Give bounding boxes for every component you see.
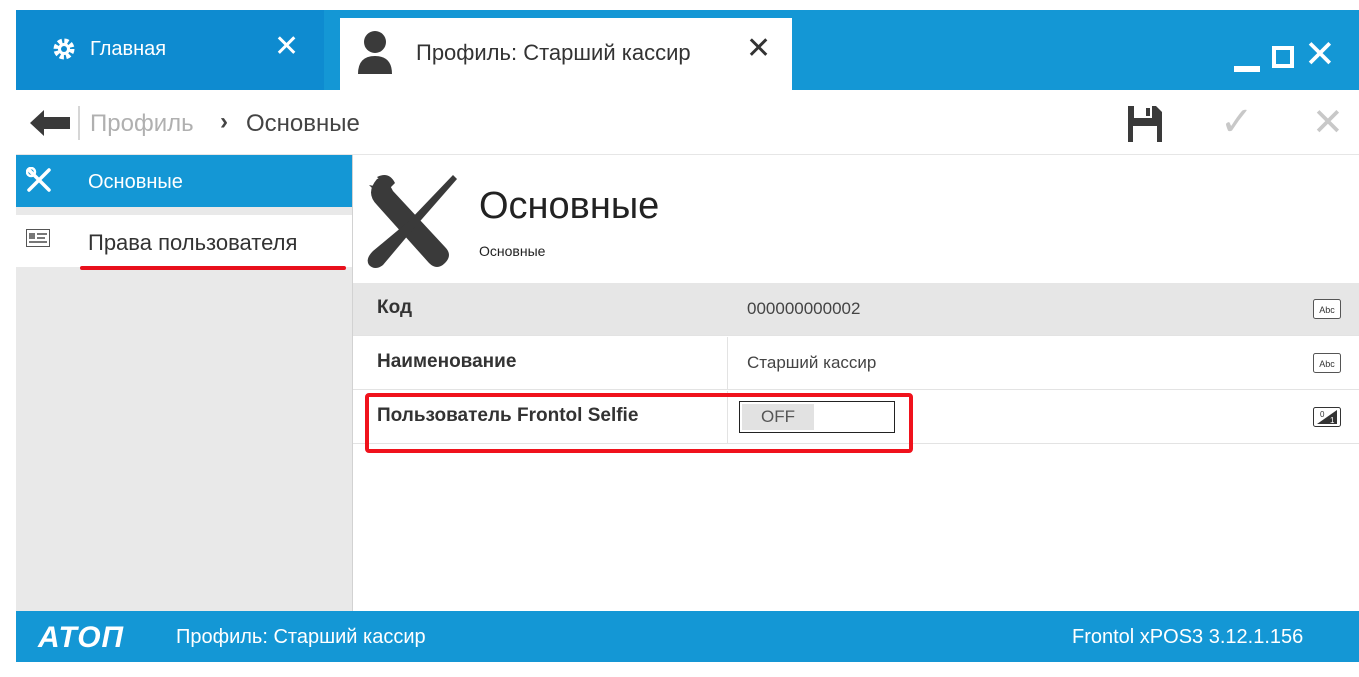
tab-home-label: Главная [90, 38, 167, 60]
highlight-box [365, 393, 913, 453]
cancel-icon[interactable]: ✕ [1312, 104, 1344, 142]
field-value[interactable]: 000000000002 [747, 299, 860, 319]
tab-profile-close-icon[interactable]: ✕ [746, 34, 771, 64]
confirm-check-icon[interactable]: ✓ [1220, 102, 1254, 142]
field-label: Код [377, 297, 413, 318]
status-bar: ATOΠ Профиль: Старший кассир Frontol xPO… [16, 611, 1359, 662]
field-row-code[interactable]: Код 000000000002 Abc [353, 283, 1359, 336]
gear-icon [53, 38, 75, 60]
main-panel: Основные Основные Код 000000000002 Abc Н… [353, 155, 1359, 611]
svg-text:1: 1 [1330, 416, 1335, 425]
toolbar: Профиль › Основные ✓ ✕ [16, 90, 1359, 155]
sidebar-item-label: Права пользователя [88, 230, 298, 255]
tab-profile-label: Профиль: Старший кассир [416, 40, 691, 65]
tools-icon [26, 167, 51, 192]
text-type-icon: Abc [1313, 299, 1341, 319]
tools-icon [367, 175, 457, 268]
id-card-icon [26, 229, 50, 247]
toolbar-divider [78, 106, 80, 140]
breadcrumb-separator-icon: › [220, 108, 228, 135]
breadcrumb-current: Основные [246, 110, 360, 137]
app-window: Главная ✕ Профиль: Старший кассир ✕ ✕ Пр… [16, 10, 1359, 662]
svg-text:Abc: Abc [1319, 305, 1335, 315]
column-divider [727, 337, 728, 389]
sidebar-item-label: Основные [88, 171, 183, 193]
highlight-underline [80, 266, 346, 270]
save-icon[interactable] [1128, 106, 1162, 142]
maximize-icon[interactable] [1272, 46, 1294, 68]
text-type-icon: Abc [1313, 353, 1341, 373]
sidebar-item-general[interactable]: Основные [16, 155, 352, 207]
minimize-icon[interactable] [1234, 66, 1260, 72]
page-title: Основные [479, 185, 660, 227]
breadcrumb-root[interactable]: Профиль [90, 110, 194, 138]
window-close-icon[interactable]: ✕ [1304, 36, 1336, 74]
field-value[interactable]: Старший кассир [747, 353, 876, 373]
status-version: Frontol xPOS3 3.12.1.156 [1072, 626, 1304, 648]
status-profile: Профиль: Старший кассир [176, 626, 426, 648]
field-row-name[interactable]: Наименование Старший кассир Abc [353, 337, 1359, 390]
sidebar: Основные Права пользователя [16, 155, 353, 611]
field-label: Наименование [377, 351, 517, 372]
tab-bar: Главная ✕ Профиль: Старший кассир ✕ ✕ [16, 10, 1359, 90]
tab-home-close-icon[interactable]: ✕ [274, 32, 299, 62]
user-icon [358, 31, 392, 74]
tab-profile[interactable]: Профиль: Старший кассир ✕ [340, 18, 792, 90]
page-subtitle: Основные [479, 243, 546, 259]
tab-home[interactable]: Главная ✕ [16, 10, 324, 90]
boolean-type-icon: 0 1 [1313, 407, 1341, 427]
svg-text:0: 0 [1320, 410, 1325, 419]
atol-logo: ATOΠ [38, 621, 125, 654]
sidebar-item-user-rights[interactable]: Права пользователя [16, 215, 352, 267]
svg-text:Abc: Abc [1319, 359, 1335, 369]
back-arrow-icon[interactable] [30, 110, 70, 136]
